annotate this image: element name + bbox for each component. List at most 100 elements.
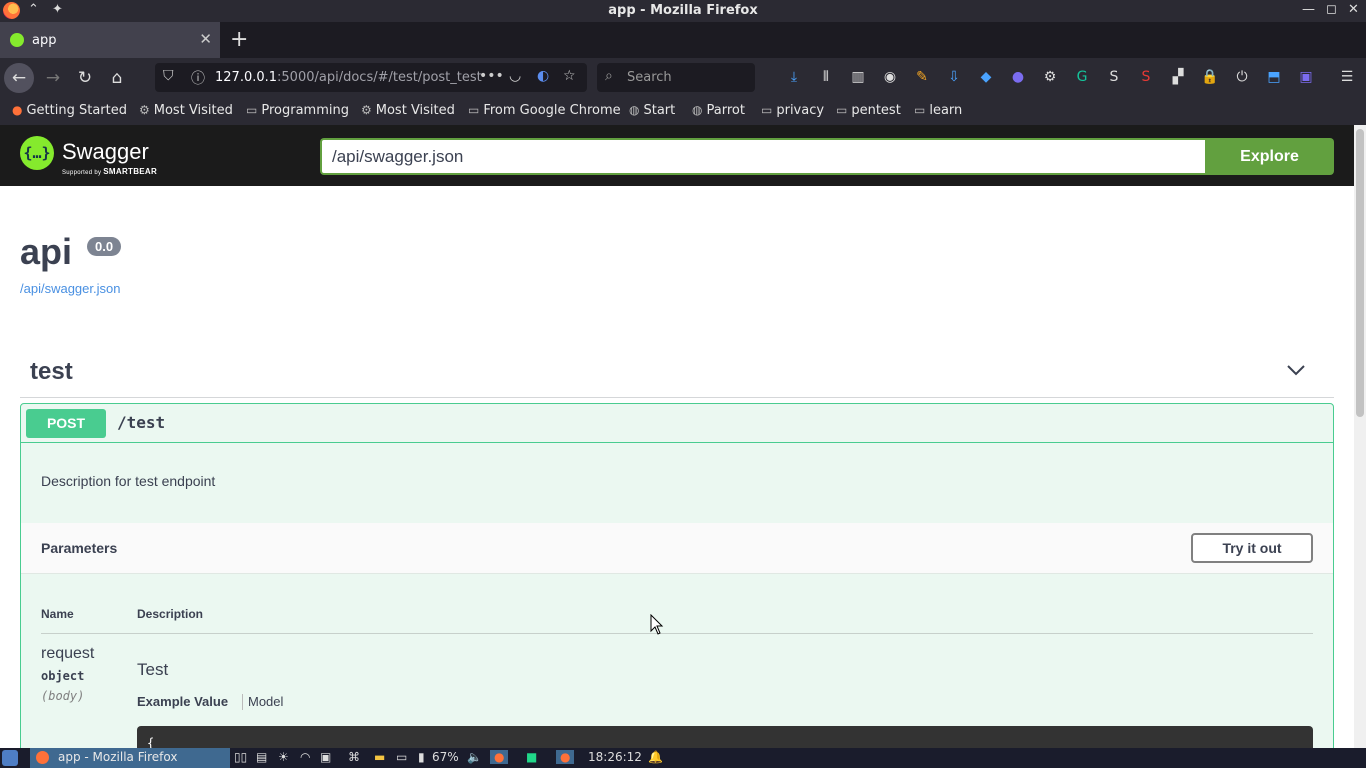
swagger-topbar: {…} Swagger Supported by SMARTBEAR Explo… <box>0 125 1354 186</box>
library-icon[interactable]: ⫴ <box>817 68 835 86</box>
power-extension-icon[interactable]: ⏻ <box>1233 68 1251 86</box>
lock-extension-icon[interactable]: 🔒 <box>1201 68 1219 86</box>
spec-link[interactable]: /api/swagger.json <box>20 281 120 296</box>
pocket-icon[interactable]: ◡ <box>509 68 521 84</box>
page-scrollbar[interactable] <box>1354 125 1366 748</box>
mouse-cursor-icon <box>650 614 664 635</box>
notification-bell-icon[interactable]: 🔔 <box>648 750 663 764</box>
download-extension-icon[interactable]: ⇩ <box>945 68 963 86</box>
bookmark-label: Getting Started <box>26 103 127 118</box>
bookmark-folder[interactable]: ▭ pentest <box>836 103 901 118</box>
parameters-title: Parameters <box>41 540 118 556</box>
bookmarks-toolbar: ● Getting Started ⚙ Most Visited ▭ Programm… <box>0 98 1366 125</box>
tab-example-value[interactable]: Example Value <box>137 694 228 709</box>
bike-extension-icon[interactable]: ⚙ <box>1041 68 1059 86</box>
account-icon[interactable]: ◉ <box>881 68 899 86</box>
globe-extension-icon[interactable]: ● <box>1009 68 1027 86</box>
close-tab-icon[interactable]: ✕ <box>199 30 212 48</box>
bookmark-label: Programming <box>261 103 349 118</box>
brightness-icon[interactable]: ☀ <box>278 750 289 764</box>
back-button[interactable]: ← <box>4 63 34 93</box>
home-button[interactable]: ⌂ <box>102 63 132 93</box>
url-path: :5000/api/docs/#/test/post_test <box>277 70 482 85</box>
url-text[interactable]: 127.0.0.1:5000/api/docs/#/test/post_test <box>215 70 482 85</box>
minimize-button[interactable]: — <box>1302 2 1315 17</box>
search-bar[interactable]: ⌕ Search <box>597 63 755 92</box>
reload-button[interactable]: ↻ <box>70 63 100 93</box>
battery-icon[interactable]: ▮ <box>418 750 425 764</box>
column-header-description: Description <box>137 607 204 621</box>
maximize-button[interactable]: ◻ <box>1326 2 1337 17</box>
operation-block: POST /test Description for test endpoint… <box>20 403 1334 748</box>
search-icon: ⌕ <box>605 68 613 84</box>
forward-button[interactable]: → <box>38 63 68 93</box>
bookmark-folder[interactable]: ▭ learn <box>914 103 962 118</box>
bookmark-item[interactable]: ◍ Start <box>629 103 675 118</box>
swagger-logo-icon[interactable]: {…} <box>20 136 54 170</box>
translate-extension-icon[interactable]: ⬒ <box>1265 68 1283 86</box>
diamond-extension-icon[interactable]: ◆ <box>977 68 995 86</box>
bookmark-folder[interactable]: ▭ Programming <box>246 103 349 118</box>
example-code-block[interactable]: { <box>137 726 1313 748</box>
tag-section-header[interactable]: test <box>20 353 1334 398</box>
chevron-down-icon[interactable] <box>1286 360 1306 380</box>
new-tab-button[interactable]: + <box>230 27 248 52</box>
s-red-extension-icon[interactable]: S <box>1137 68 1155 86</box>
bookmark-label: privacy <box>776 103 825 118</box>
bookmark-item[interactable]: ◍ Parrot <box>692 103 745 118</box>
parameter-type: object <box>41 669 85 683</box>
taskbar-window-button[interactable]: app - Mozilla Firefox <box>30 748 230 768</box>
window-titlebar: ⌃ ✦ app - Mozilla Firefox — ◻ ✕ <box>0 0 1366 22</box>
close-window-button[interactable]: ✕ <box>1348 2 1359 17</box>
tag-name[interactable]: test <box>30 358 73 386</box>
wifi-icon[interactable]: ◠ <box>300 750 310 764</box>
bookmark-item[interactable]: ● Getting Started <box>12 103 127 118</box>
method-badge[interactable]: POST <box>26 409 106 438</box>
firefox-icon <box>36 751 49 764</box>
menu-icon[interactable]: ☰ <box>1338 68 1356 86</box>
firefox-launcher-icon[interactable]: ● <box>490 750 509 764</box>
s-extension-icon[interactable]: S <box>1105 68 1123 86</box>
keyboard-icon[interactable]: ⌘ <box>348 750 360 764</box>
pencil-extension-icon[interactable]: ✎ <box>913 68 931 86</box>
firefox-launcher-icon[interactable]: ● <box>556 750 575 764</box>
pycharm-launcher-icon[interactable]: ■ <box>526 750 537 764</box>
page-actions-icon[interactable]: ••• <box>479 68 504 84</box>
volume-icon[interactable]: 🔈 <box>467 750 482 764</box>
try-it-out-button[interactable]: Try it out <box>1191 533 1313 563</box>
tab-divider <box>242 694 243 710</box>
bookmark-star-icon[interactable]: ☆ <box>563 68 576 84</box>
operation-description: Description for test endpoint <box>41 473 216 489</box>
puzzle-extension-icon[interactable]: ▣ <box>1297 68 1315 86</box>
info-icon[interactable]: ⓘ <box>191 68 205 88</box>
clipboard-icon[interactable]: ▤ <box>256 750 267 764</box>
display-icon[interactable]: ▭ <box>396 750 407 764</box>
spec-url-input[interactable] <box>320 138 1206 175</box>
downloads-icon[interactable]: ⤓ <box>785 68 803 86</box>
scrollbar-thumb[interactable] <box>1356 129 1364 417</box>
extension-moon-icon[interactable]: ◐ <box>537 68 549 84</box>
workspace-switcher-icon[interactable]: ▯▯ <box>234 750 247 764</box>
search-placeholder: Search <box>627 70 672 85</box>
bookmark-label: Most Visited <box>375 103 455 118</box>
sidebar-icon[interactable]: ▥ <box>849 68 867 86</box>
bookmark-folder[interactable]: ▭ privacy <box>761 103 824 118</box>
tab-model[interactable]: Model <box>248 694 283 709</box>
explore-button[interactable]: Explore <box>1205 138 1334 175</box>
address-bar[interactable]: ⛉ ⓘ 127.0.0.1:5000/api/docs/#/test/post_… <box>155 63 587 92</box>
bookmark-item[interactable]: ⚙ Most Visited <box>361 103 455 118</box>
operation-summary[interactable]: POST /test <box>21 404 1333 443</box>
notes-icon[interactable]: ▬ <box>374 750 385 764</box>
browser-tab[interactable]: app ✕ <box>0 22 220 58</box>
operation-path[interactable]: /test <box>117 413 165 432</box>
pattern-extension-icon[interactable]: ▞ <box>1169 68 1187 86</box>
bookmark-folder[interactable]: ▭ From Google Chrome <box>468 103 621 118</box>
folder-icon: ▭ <box>761 103 773 117</box>
swagger-favicon-icon <box>10 33 24 47</box>
bookmark-item[interactable]: ⚙ Most Visited <box>139 103 233 118</box>
swagger-brand[interactable]: Swagger <box>62 139 149 165</box>
update-icon[interactable]: ▣ <box>320 750 331 764</box>
start-menu-icon[interactable] <box>2 750 18 766</box>
grammarly-icon[interactable]: G <box>1073 68 1091 86</box>
shield-icon[interactable]: ⛉ <box>163 68 174 84</box>
